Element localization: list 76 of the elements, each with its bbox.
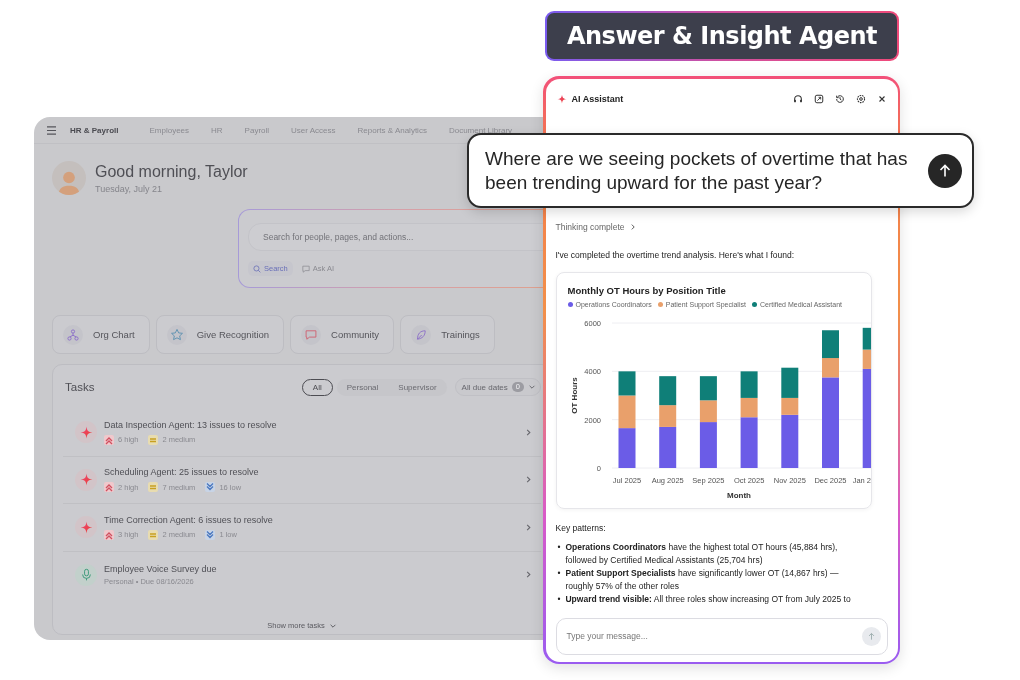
close-icon (876, 93, 887, 104)
sparkle-icon (79, 473, 93, 487)
chat-icon (301, 264, 310, 273)
headline-banner: Answer & Insight Agent (547, 13, 897, 59)
history-icon (834, 93, 845, 104)
bullet-text: Patient Support Specialists have significantly lower OT (14,867 hrs) — roughly 57% of the other roles (565, 566, 840, 593)
section-title: Key patterns: (555, 522, 607, 533)
filter-tab[interactable]: Supervisor (388, 378, 447, 396)
task-title: Time Correction Agent: 6 issues to resolve (104, 514, 274, 525)
section-title: Tasks (64, 381, 96, 393)
headset-icon (792, 93, 803, 104)
shortcut-button[interactable]: Give Recognition (155, 315, 285, 354)
chevron-right-icon (524, 475, 533, 485)
chevron-down-icon (528, 383, 536, 391)
settings-button[interactable] (855, 93, 866, 104)
double-up-chevron-icon (104, 529, 114, 540)
star-icon (169, 327, 184, 342)
message-text: I've completed the overtime trend analysis. Here's what I found: (555, 249, 796, 260)
shortcut-button[interactable]: Trainings (400, 315, 495, 354)
axis-title: OT Hours (569, 376, 579, 414)
chevron-right-icon (524, 522, 533, 532)
double-down-chevron-icon (205, 529, 216, 540)
task-title: Data Inspection Agent: 13 issues to resolve (104, 419, 278, 430)
shortcut-button[interactable]: Org Chart (52, 315, 150, 354)
shortcut-button[interactable]: Community (290, 315, 395, 354)
chevron-right-icon (629, 222, 638, 231)
org-chart-icon (66, 327, 80, 342)
search-icon (253, 264, 261, 273)
prompt-text: Where are we seeing pockets of overtime that has been trending upward for the past year? (485, 146, 909, 195)
bar (699, 375, 717, 400)
chat-icon (304, 327, 319, 342)
bar (740, 370, 758, 398)
bullet-marker: • (557, 540, 561, 554)
message-input[interactable]: Type your message... (555, 617, 888, 655)
double-up-chevron-icon (104, 434, 114, 445)
menu-icon (46, 125, 57, 135)
date-label: Tuesday, July 21 (95, 183, 164, 194)
bullet-text: Operations Coordinators have the highest total OT hours (45,884 hrs), followed by Certified Medical Assistants (25,704 hrs) (565, 540, 839, 567)
bar (862, 327, 871, 350)
double-up-chevron-icon (104, 482, 114, 493)
double-down-chevron-icon (205, 482, 216, 493)
search-field[interactable]: Search for people, pages, and actions... (248, 223, 546, 251)
bar (618, 370, 635, 395)
equals-icon (148, 482, 159, 493)
sparkle-icon (79, 425, 93, 439)
panel-title: AI Assistant (571, 93, 625, 104)
filter-tab[interactable]: Personal (336, 378, 389, 396)
bullet-marker: • (557, 592, 561, 606)
settings-icon (855, 93, 866, 104)
history-button[interactable] (834, 93, 845, 104)
axis-title: Month (726, 490, 751, 500)
equals-icon (148, 529, 159, 540)
thinking-status[interactable]: Thinking complete (555, 221, 638, 232)
send-button[interactable] (928, 153, 962, 188)
bar (618, 427, 635, 468)
task-title: Employee Voice Survey due (104, 563, 218, 574)
close-button[interactable] (876, 93, 887, 104)
microphone-icon (79, 568, 93, 582)
sparkle-icon (79, 520, 93, 534)
bar (658, 375, 676, 405)
greeting: Good morning, Taylor (95, 162, 248, 181)
expand-icon (813, 93, 824, 104)
bullet-marker: • (557, 566, 561, 580)
arrow-up-icon (866, 631, 876, 641)
bullet-text: Upward trend visible: All three roles show increasing OT from July 2025 to (565, 592, 852, 606)
input-placeholder: Type your message... (566, 631, 649, 641)
bar (618, 395, 635, 428)
task-title: Scheduling Agent: 25 issues to resolve (104, 467, 260, 478)
equals-icon (148, 434, 159, 445)
chevron-right-icon (524, 570, 533, 580)
app-name: HR & Payroll (70, 125, 119, 135)
chevron-right-icon (524, 427, 533, 437)
expand-button[interactable] (813, 93, 824, 104)
chart-title: Monthly OT Hours by Position Title (567, 284, 727, 296)
leaf-icon (414, 327, 429, 342)
headset-button[interactable] (792, 93, 803, 104)
